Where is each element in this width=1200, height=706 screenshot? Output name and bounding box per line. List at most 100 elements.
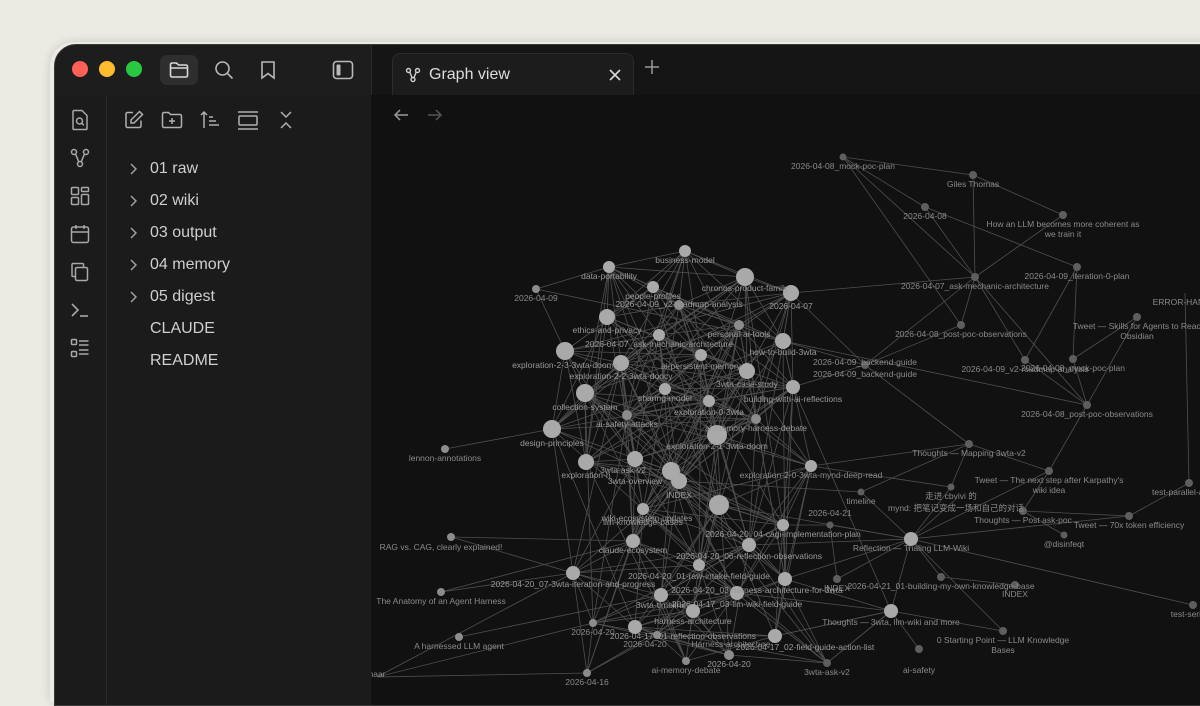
graph-node[interactable] [739,363,755,379]
tab-graph-view[interactable]: Graph view [392,53,634,96]
graph-node-label: ethics-and-privacy [573,325,643,335]
graph-node-label: 2026-04-08_post-poc-observations [1021,409,1153,419]
chevron-right-icon[interactable] [129,195,137,207]
minimize-window-button[interactable] [99,61,115,77]
search-button[interactable] [205,55,243,85]
folder-04-memory[interactable]: 04 memory [107,249,371,281]
graph-node-label: 2026-04-16 [565,677,609,687]
folder-01-raw[interactable]: 01 raw [107,153,371,185]
graph-node[interactable] [833,575,841,583]
graph-node[interactable] [709,495,729,515]
new-folder-button[interactable] [161,109,183,131]
graph-node[interactable] [884,604,898,618]
new-note-button[interactable] [123,109,145,131]
graph-node[interactable] [1133,313,1141,321]
graph-node[interactable] [826,521,834,529]
graph-node[interactable] [447,533,455,541]
graph-node[interactable] [441,445,449,453]
new-tab-button[interactable] [644,59,660,75]
graph-node-label: 2026-04-07 [769,301,813,311]
graph-node[interactable] [857,488,865,496]
graph-node-label: 0 Starting Point — LLM Knowledge [937,635,1070,645]
sort-button[interactable] [199,109,221,131]
sidebar-toggle-button[interactable] [324,55,362,85]
graph-view-button[interactable] [69,147,91,169]
graph-canvas[interactable]: 2026-04-08_mock-poc-plan Giles Thomas 2026… [371,95,1200,706]
graph-node[interactable] [703,395,715,407]
auto-reveal-button[interactable] [237,109,259,131]
graph-node[interactable] [823,659,831,667]
collapse-all-button[interactable] [275,109,297,131]
graph-node[interactable] [969,171,977,179]
file-readme[interactable]: README [107,345,371,377]
close-window-button[interactable] [72,61,88,77]
graph-node[interactable] [742,538,756,552]
quick-switcher-button[interactable] [69,109,91,131]
graph-node[interactable] [556,342,574,360]
graph-node[interactable] [999,627,1007,635]
graph-node[interactable] [576,384,594,402]
graph-node[interactable] [695,349,707,361]
graph-edge [586,540,634,674]
files-toggle-button[interactable] [160,55,198,85]
bases-button[interactable] [69,337,91,359]
chevron-right-icon[interactable] [129,163,137,175]
graph-edge [376,672,588,678]
graph-node-label: exploration-2-1-3wta-doom [666,441,768,451]
graph-node-label: harness-architecture [654,616,732,626]
graph-node[interactable] [682,657,690,665]
chevron-right-icon[interactable] [129,227,137,239]
graph-node[interactable] [971,273,979,281]
graph-edge [551,428,574,574]
templates-button[interactable] [69,261,91,283]
canvas-button[interactable] [69,185,91,207]
bookmarks-button[interactable] [249,55,287,85]
graph-node[interactable] [566,566,580,580]
command-palette-button[interactable] [69,299,91,321]
graph-node[interactable] [583,669,591,677]
folder-02-wiki[interactable]: 02 wiki [107,185,371,217]
graph-node[interactable] [578,454,594,470]
graph-node[interactable] [455,633,463,641]
graph-node[interactable] [957,321,965,329]
chevron-right-icon[interactable] [129,291,137,303]
graph-node[interactable] [532,285,540,293]
graph-node[interactable] [543,420,561,438]
graph-node[interactable] [965,440,973,448]
graph-node[interactable] [937,573,945,581]
graph-node[interactable] [947,483,955,491]
graph-node[interactable] [1059,211,1067,219]
graph-node[interactable] [921,203,929,211]
graph-node[interactable] [1083,401,1091,409]
graph-node[interactable] [1045,467,1053,475]
graph-node[interactable] [1060,531,1068,539]
graph-node[interactable] [1069,355,1077,363]
graph-node[interactable] [1125,512,1133,520]
graph-edge [450,536,634,542]
maximize-window-button[interactable] [126,61,142,77]
graph-icon [70,148,90,168]
graph-node[interactable] [1185,479,1193,487]
graph-node[interactable] [839,153,847,161]
graph-node-label: building-with-ai-reflections [744,394,842,404]
graph-node[interactable] [589,619,597,627]
chevron-right-icon[interactable] [129,259,137,271]
graph-node-label: Tweet — Skills for Agents to Read [1073,321,1200,331]
graph-node-label: INDEX [666,490,692,500]
folder-03-output[interactable]: 03 output [107,217,371,249]
graph-node[interactable] [778,572,792,586]
copy-icon [71,262,89,282]
graph-node[interactable] [1073,263,1081,271]
graph-node-label: sharing-model [638,393,692,403]
graph-node[interactable] [1189,601,1197,609]
file-claude[interactable]: CLAUDE [107,313,371,345]
graph-node[interactable] [671,473,687,489]
graph-node[interactable] [915,645,923,653]
graph-node[interactable] [437,588,445,596]
graph-node[interactable] [599,309,615,325]
close-tab-button[interactable] [609,69,621,81]
graph-node[interactable] [786,380,800,394]
graph-node-label: data-portability [581,271,638,281]
daily-note-button[interactable] [69,223,91,245]
folder-05-digest[interactable]: 05 digest [107,281,371,313]
